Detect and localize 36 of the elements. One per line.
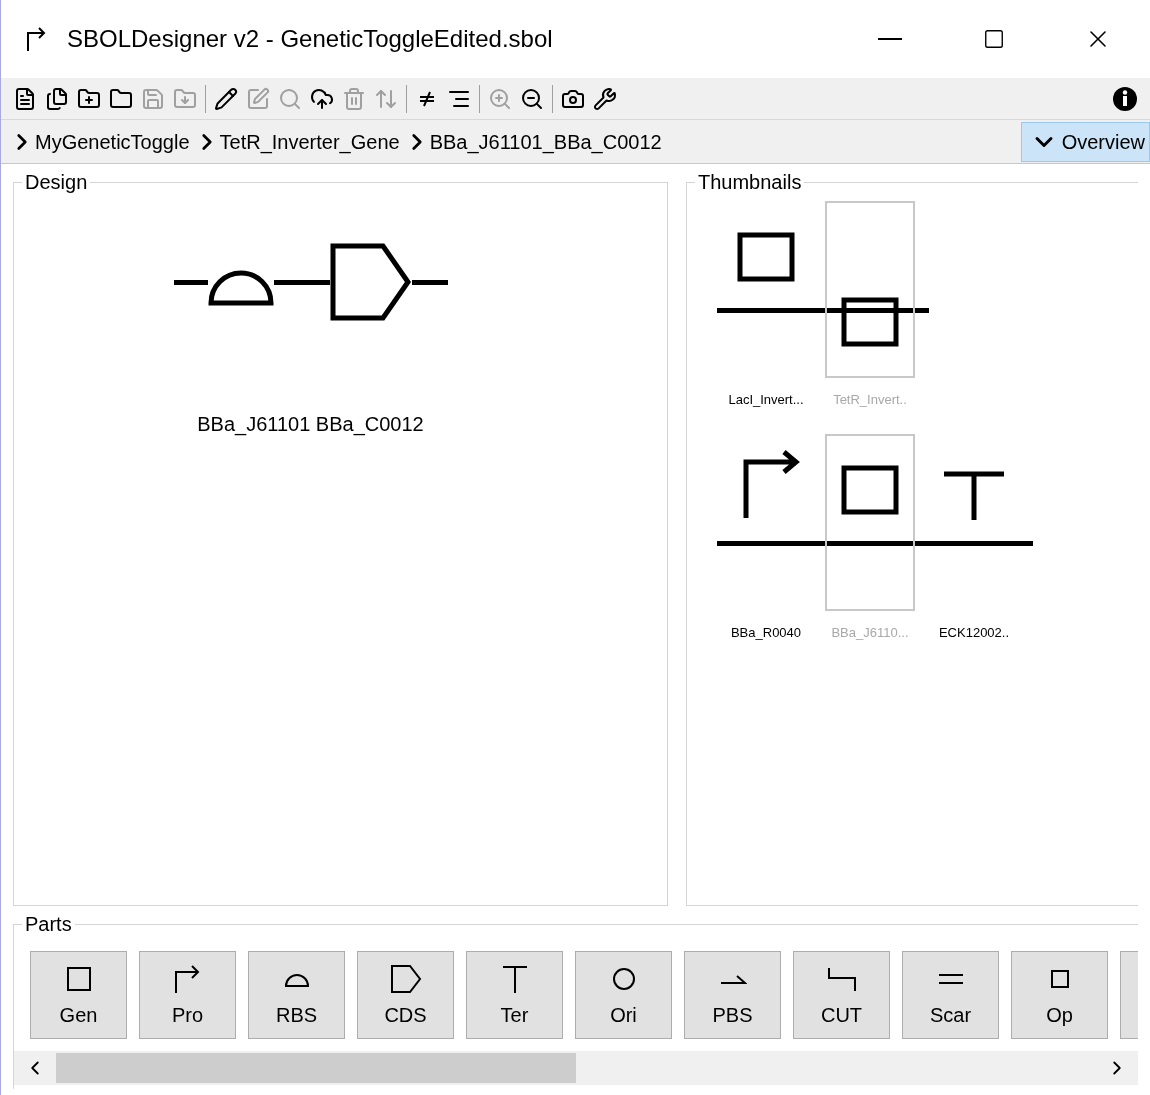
minimize-icon: [878, 38, 902, 40]
part-button[interactable]: Gen: [30, 951, 127, 1039]
equals-icon: [936, 973, 965, 985]
horizontal-scrollbar[interactable]: [14, 1051, 1138, 1085]
part-button[interactable]: Scar: [902, 951, 999, 1039]
part-button[interactable]: Ter: [466, 951, 563, 1039]
thumbnail-label: BBa_R0040: [730, 623, 802, 642]
t-shape-icon: [500, 965, 529, 993]
thumbnail-label: LacI_Invert...: [728, 391, 804, 409]
overview-button[interactable]: Overview: [1020, 121, 1150, 162]
app-logo-icon: [25, 27, 47, 51]
pentagon-arrow-icon: [389, 964, 422, 994]
thumbnail-label: BBa_J6110...: [831, 623, 909, 642]
breadcrumb-item[interactable]: TetR_Inverter_Gene: [197, 126, 400, 157]
part-button[interactable]: Op: [1011, 951, 1108, 1039]
part-button[interactable]: CDS: [357, 951, 454, 1039]
step-line-icon: [826, 966, 857, 992]
part-button[interactable]: Ori: [575, 951, 672, 1039]
thumbnail-label: TetR_Invert..: [833, 391, 907, 409]
part-button[interactable]: RBS: [248, 951, 345, 1039]
breadcrumb-item[interactable]: MyGeneticToggle: [13, 126, 190, 157]
thumbnail-frame[interactable]: [825, 201, 915, 378]
part-button[interactable]: Pro: [139, 951, 236, 1039]
small-square-icon: [1049, 969, 1070, 989]
breadcrumb-item[interactable]: BBa_J61101_BBa_C0012: [407, 126, 662, 157]
thumbnail-label: ECK12002..: [938, 623, 1010, 642]
part-button[interactable]: CUT: [793, 951, 890, 1039]
window-title: SBOLDesigner v2 - GeneticToggleEdited.sbol: [67, 24, 553, 54]
maximize-icon: [983, 28, 1005, 50]
part-button[interactable]: PBS: [684, 951, 781, 1039]
thumbnail-frame[interactable]: [825, 433, 915, 611]
scrollbar-thumb[interactable]: [56, 1053, 576, 1083]
circle-icon: [611, 967, 636, 991]
info-icon[interactable]: [1112, 85, 1138, 112]
square-icon: [65, 966, 92, 992]
design-caption: BBa_J61101 BBa_C0012: [197, 412, 424, 438]
